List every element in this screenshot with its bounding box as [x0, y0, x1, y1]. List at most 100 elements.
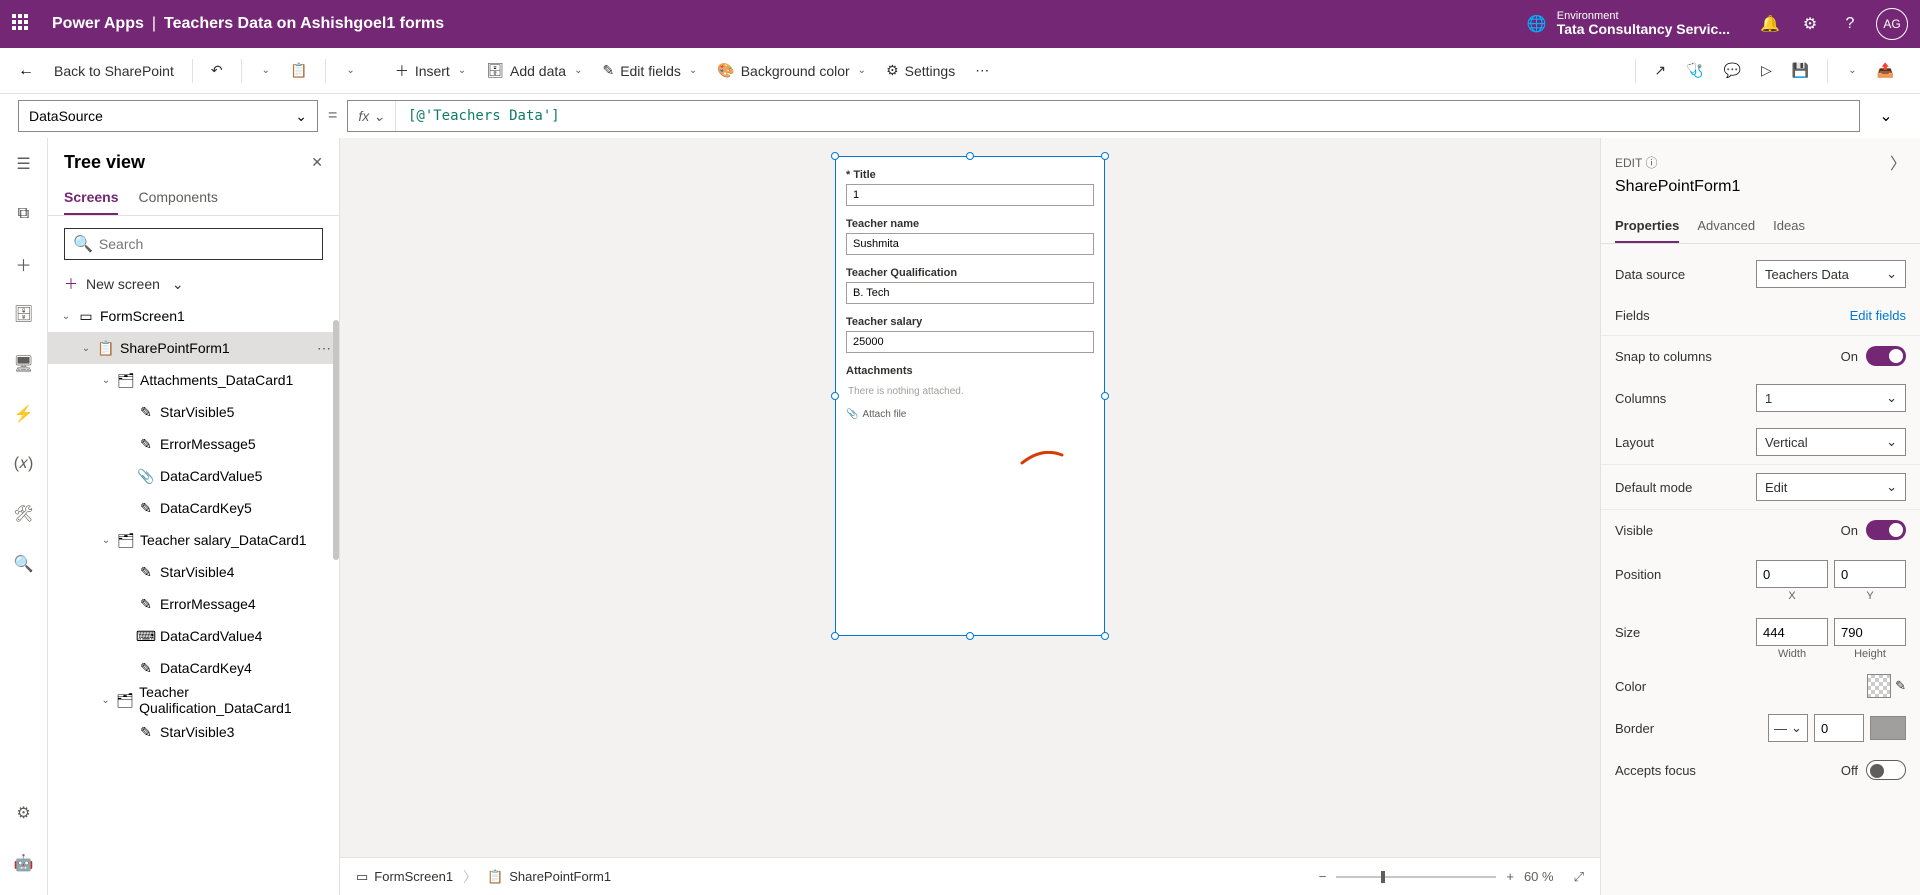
zoom-out-button[interactable]: − — [1319, 869, 1327, 884]
tree-caret-icon[interactable]: ⌄ — [100, 535, 112, 546]
formula-input[interactable]: fx⌄ [@'Teachers Data'] — [347, 100, 1860, 132]
field-input[interactable] — [846, 184, 1094, 206]
field-input[interactable] — [846, 331, 1094, 353]
hamburger-icon[interactable]: ☰ — [8, 148, 40, 180]
tree-item-more-icon[interactable]: ⋯ — [317, 340, 331, 357]
tree-item[interactable]: 📎DataCardValue5 — [48, 460, 339, 492]
info-icon[interactable]: ⓘ — [1645, 156, 1657, 170]
insert-button[interactable]: ＋Insert⌄ — [387, 57, 474, 85]
brand-label[interactable]: Power Apps — [52, 15, 144, 33]
tree-caret-icon[interactable]: ⌄ — [100, 695, 111, 706]
tree-item[interactable]: ✎StarVisible4 — [48, 556, 339, 588]
undo-button[interactable]: ↶ — [203, 58, 231, 83]
color-swatch[interactable] — [1867, 674, 1891, 698]
scrollbar-thumb[interactable] — [333, 320, 339, 560]
tree-item[interactable]: ⌨DataCardValue4 — [48, 620, 339, 652]
close-panel-icon[interactable]: ✕ — [311, 154, 323, 171]
canvas-area[interactable]: * TitleTeacher nameTeacher Qualification… — [340, 138, 1600, 857]
accepts-focus-toggle[interactable] — [1866, 760, 1906, 780]
visible-toggle[interactable] — [1866, 520, 1906, 540]
tab-screens[interactable]: Screens — [64, 181, 118, 215]
size-width-input[interactable] — [1756, 618, 1828, 646]
tree-item[interactable]: ✎StarVisible3 — [48, 716, 339, 748]
border-color-swatch[interactable] — [1870, 716, 1906, 740]
add-data-button[interactable]: 🗄Add data⌄ — [478, 58, 590, 83]
form-selection[interactable]: * TitleTeacher nameTeacher Qualification… — [835, 156, 1105, 636]
media-rail-icon[interactable]: 🖥 — [8, 348, 40, 380]
insert-rail-icon[interactable]: ＋ — [8, 248, 40, 280]
tree-item[interactable]: ✎DataCardKey4 — [48, 652, 339, 684]
color-edit-icon[interactable]: ✎ — [1895, 678, 1906, 694]
formula-expand-button[interactable]: ⌄ — [1870, 100, 1902, 132]
chevron-right-icon[interactable]: 〉 — [1890, 150, 1906, 174]
tree-search[interactable]: 🔍 — [64, 228, 323, 260]
app-checker-button[interactable]: 🩺 — [1678, 58, 1711, 83]
tree-caret-icon[interactable]: ⌄ — [100, 375, 112, 386]
resize-handle[interactable] — [831, 392, 839, 400]
fit-screen-icon[interactable]: ⤢ — [1574, 869, 1584, 885]
tree-item[interactable]: ✎ErrorMessage4 — [48, 588, 339, 620]
border-style-select[interactable]: — ⌄ — [1768, 714, 1808, 742]
variables-icon[interactable]: (𝑥) — [8, 448, 40, 480]
resize-handle[interactable] — [831, 152, 839, 160]
property-selector[interactable]: DataSource ⌄ — [18, 100, 318, 132]
power-automate-icon[interactable]: ⚡ — [8, 398, 40, 430]
border-width-input[interactable] — [1814, 714, 1864, 742]
size-height-input[interactable] — [1834, 618, 1906, 646]
tree-item[interactable]: ⌄🗂Attachments_DataCard1 — [48, 364, 339, 396]
data-rail-icon[interactable]: 🗄 — [8, 298, 40, 330]
zoom-slider[interactable] — [1336, 876, 1496, 878]
columns-select[interactable]: 1⌄ — [1756, 384, 1906, 412]
resize-handle[interactable] — [966, 152, 974, 160]
tree-item[interactable]: ⌄🗂Teacher Qualification_DataCard1 — [48, 684, 339, 716]
settings-icon[interactable]: ⚙ — [1790, 4, 1830, 44]
search-input[interactable] — [99, 236, 314, 252]
default-mode-select[interactable]: Edit⌄ — [1756, 473, 1906, 501]
breadcrumb-form[interactable]: 📋SharePointForm1 — [487, 869, 611, 885]
advanced-tools-icon[interactable]: 🛠 — [8, 498, 40, 530]
share-button[interactable]: ↗ — [1646, 58, 1674, 83]
settings-button[interactable]: ⚙Settings — [878, 58, 963, 83]
edit-fields-link[interactable]: Edit fields — [1850, 308, 1906, 323]
tree-item[interactable]: ⌄📋SharePointForm1⋯ — [48, 332, 339, 364]
tab-properties[interactable]: Properties — [1615, 210, 1679, 243]
preview-button[interactable]: ▷ — [1753, 58, 1780, 83]
tree-caret-icon[interactable]: ⌄ — [80, 343, 92, 354]
position-y-input[interactable] — [1834, 560, 1906, 588]
virtual-agent-icon[interactable]: 🤖 — [8, 847, 40, 879]
tree-caret-icon[interactable]: ⌄ — [60, 311, 72, 322]
position-x-input[interactable] — [1756, 560, 1828, 588]
avatar[interactable]: AG — [1876, 8, 1908, 40]
tree-item[interactable]: ⌄▭FormScreen1 — [48, 300, 339, 332]
tree-view-icon[interactable]: ⧉ — [8, 198, 40, 230]
tree-item[interactable]: ⌄🗂Teacher salary_DataCard1 — [48, 524, 339, 556]
waffle-icon[interactable] — [12, 14, 32, 34]
edit-fields-button[interactable]: ✎Edit fields⌄ — [594, 58, 705, 83]
help-icon[interactable]: ? — [1830, 4, 1870, 44]
publish-button[interactable]: 📤 — [1869, 58, 1902, 83]
field-input[interactable] — [846, 282, 1094, 304]
tree-item[interactable]: ✎ErrorMessage5 — [48, 428, 339, 460]
back-button[interactable]: Back to SharePoint — [46, 59, 182, 83]
notifications-icon[interactable]: 🔔 — [1750, 4, 1790, 44]
breadcrumb-screen[interactable]: ▭FormScreen1 — [356, 869, 453, 885]
paste-chevron[interactable]: ⌄ — [336, 61, 362, 80]
resize-handle[interactable] — [1101, 392, 1109, 400]
environment-picker[interactable]: 🌐 Environment Tata Consultancy Servic... — [1527, 10, 1730, 37]
tab-advanced[interactable]: Advanced — [1697, 210, 1755, 243]
new-screen-button[interactable]: ＋ New screen ⌄ — [48, 268, 339, 300]
sharepoint-form[interactable]: * TitleTeacher nameTeacher Qualification… — [835, 156, 1105, 636]
resize-handle[interactable] — [831, 632, 839, 640]
save-chevron[interactable]: ⌄ — [1838, 61, 1864, 80]
tree-item[interactable]: ✎StarVisible5 — [48, 396, 339, 428]
search-rail-icon[interactable]: 🔍 — [8, 548, 40, 580]
settings-rail-icon[interactable]: ⚙ — [8, 797, 40, 829]
save-button[interactable]: 💾 — [1784, 58, 1817, 83]
snap-toggle[interactable] — [1866, 346, 1906, 366]
zoom-in-button[interactable]: + — [1506, 869, 1514, 884]
resize-handle[interactable] — [1101, 632, 1109, 640]
undo-chevron[interactable]: ⌄ — [252, 61, 278, 80]
layout-select[interactable]: Vertical⌄ — [1756, 428, 1906, 456]
tab-components[interactable]: Components — [138, 181, 217, 215]
resize-handle[interactable] — [1101, 152, 1109, 160]
